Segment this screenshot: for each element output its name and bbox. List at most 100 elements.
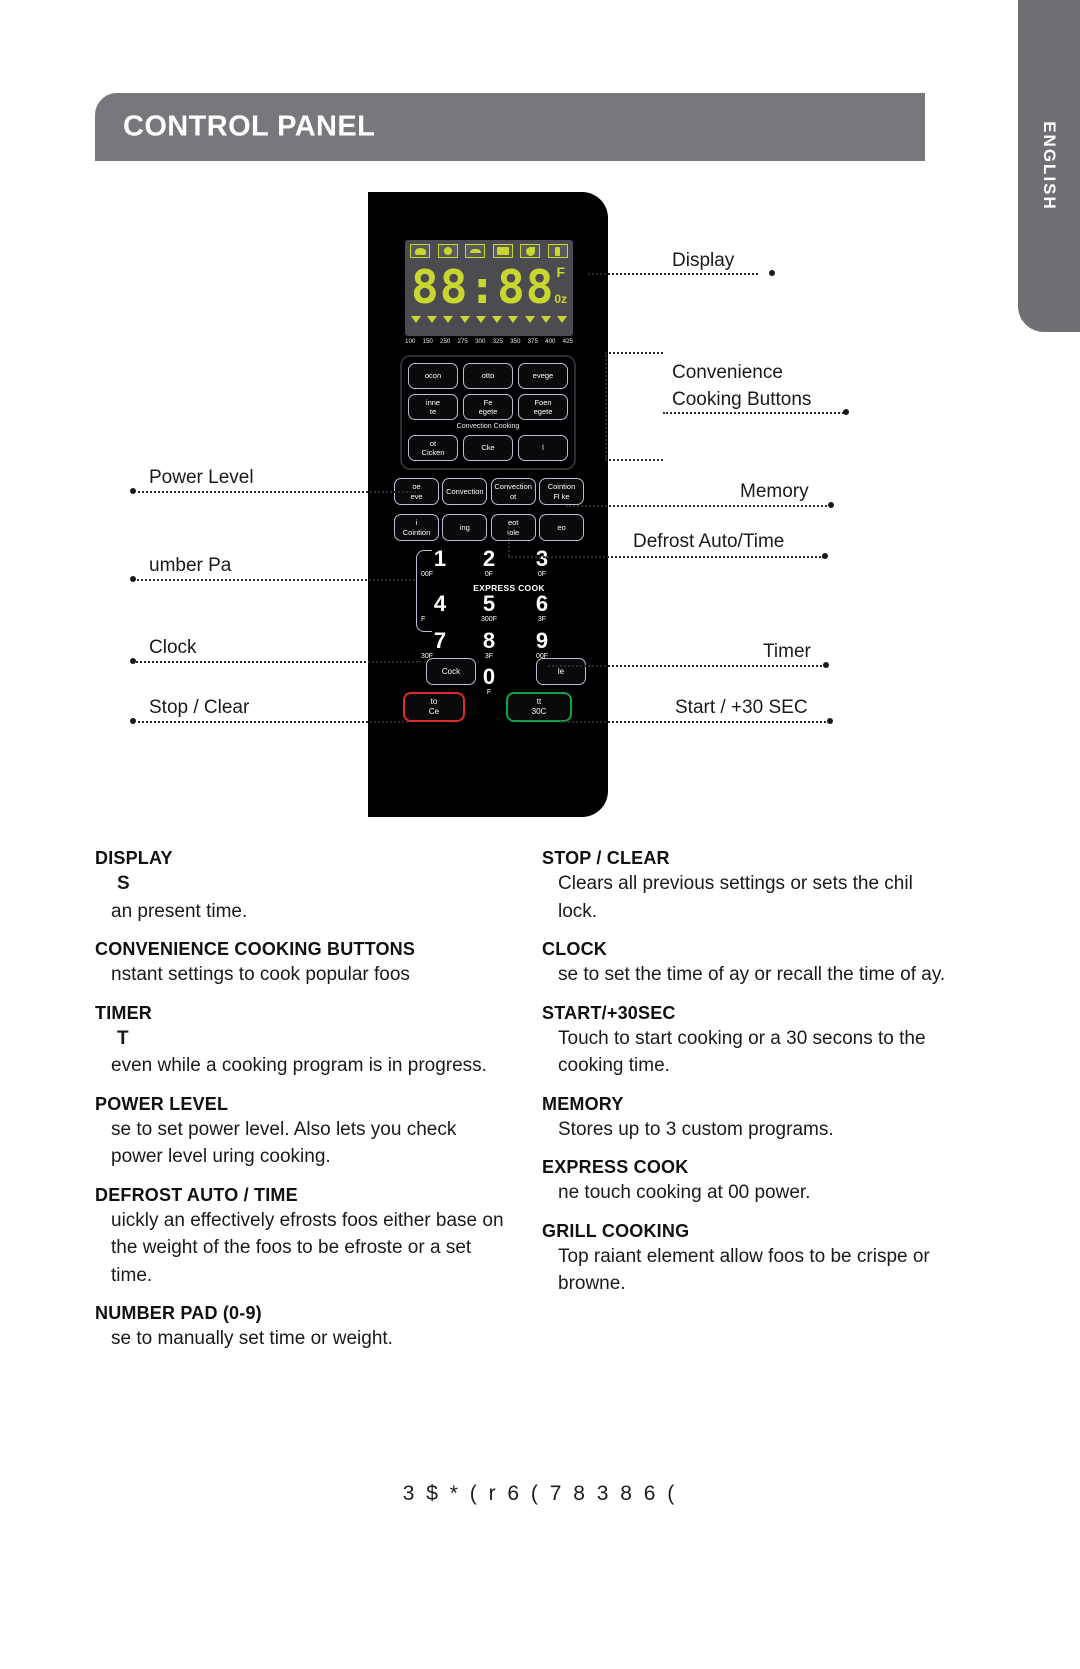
number-key-3[interactable]: 3 0F <box>514 548 570 582</box>
number-key-4[interactable]: 4 F <box>412 593 468 627</box>
leader-number-pad <box>133 579 415 581</box>
leader-convenience-v <box>605 352 607 460</box>
clock-button[interactable]: Cock <box>426 658 476 685</box>
description-title: NUMBER PAD (0-9) <box>95 1303 262 1324</box>
description-column-left: DISPLAY S an present time. CONVENIENCE C… <box>95 848 508 1367</box>
leader-convenience-top <box>605 352 663 354</box>
callout-start: Start / +30 SEC <box>675 697 808 718</box>
timer-button[interactable]: le <box>536 658 586 685</box>
convenience-button-3[interactable]: inne te <box>408 394 458 420</box>
description-entry: POWER LEVEL se to set power level. Also … <box>95 1094 508 1171</box>
temperature-tick-7: 375 <box>527 338 538 345</box>
description-title: DISPLAY <box>95 848 173 868</box>
grill-combination-button-line1: i <box>415 518 418 528</box>
defrost-button[interactable]: eot tole <box>490 514 536 541</box>
description-title: CONVENIENCE COOKING BUTTONS <box>95 939 416 960</box>
convenience-button-8-line1: l <box>542 443 544 453</box>
description-body: Touch to start cooking or a 30 secons to… <box>558 1027 926 1077</box>
description-body: nstant settings to cook popular foos <box>111 964 410 986</box>
combination-bake-button-line1: Cointion <box>547 482 576 492</box>
beverage-icon <box>520 244 541 258</box>
callout-defrost: Defrost Auto/Time <box>633 531 785 552</box>
function-row-2: i Cointion ing eot tole eo <box>394 514 584 541</box>
display-unit-oz: 0z <box>554 292 567 306</box>
convenience-button-8[interactable]: l <box>518 435 568 461</box>
memory-button-line1: eo <box>557 522 566 532</box>
convection-roast-button-line2: ot <box>510 491 517 501</box>
convenience-button-5-line2: egete <box>533 407 553 416</box>
convection-button[interactable]: Convection <box>442 478 488 505</box>
leader-dot-timer <box>823 662 829 668</box>
temperature-tick-4: 300 <box>475 338 486 345</box>
description-title: CLOCK <box>542 939 607 960</box>
number-key-5[interactable]: 5 300F <box>461 593 517 627</box>
number-key-4-sub: F <box>421 616 426 623</box>
callout-convenience-1: Convenience <box>672 362 783 383</box>
number-key-5-sub: 300F <box>481 616 497 623</box>
convenience-button-0[interactable]: ocon <box>408 363 458 389</box>
leader-dot-defrost <box>822 553 828 559</box>
convenience-button-5[interactable]: Foen egete <box>518 394 568 420</box>
number-key-1[interactable]: 1 00F <box>412 548 468 582</box>
convenience-button-2[interactable]: evege <box>518 363 568 389</box>
temperature-tick-3: 275 <box>457 338 468 345</box>
page-footer: 3 $ * ( r 6 ( 7 8 3 8 6 ( <box>402 1482 678 1505</box>
description-title: EXPRESS COOK <box>542 1157 689 1178</box>
convenience-cooking-group: ocon otto evege inne te Fe egete Foen eg… <box>400 355 576 470</box>
grilling-button[interactable]: ing <box>442 514 488 541</box>
number-key-6-digit: 6 <box>535 591 549 616</box>
description-entry: START/+30SEC Touch to start cooking or a… <box>542 1003 955 1080</box>
temperature-tick-0: 100 <box>405 338 416 345</box>
convenience-button-6[interactable]: ot Cicken <box>408 435 458 461</box>
leader-defrost-h <box>508 556 824 558</box>
leader-stop-clear <box>133 721 408 723</box>
grill-combination-button[interactable]: i Cointion <box>394 514 439 541</box>
convenience-button-4-line1: Fe <box>483 397 493 407</box>
convenience-button-7[interactable]: Cke <box>463 435 513 461</box>
stop-clear-button[interactable]: to Ce <box>403 692 465 722</box>
leader-dot-number-pad <box>130 576 136 582</box>
convenience-button-1[interactable]: otto <box>463 363 513 389</box>
combination-bake-button[interactable]: Cointion Fl ke <box>538 478 584 505</box>
leader-convenience-label <box>663 412 848 414</box>
number-key-7-digit: 7 <box>433 628 447 653</box>
display-digits: 88:88 <box>411 260 555 314</box>
description-body: Clears all previous settings or sets the… <box>558 873 913 922</box>
number-key-6-sub: 3F <box>537 616 547 623</box>
description-title: START/+30SEC <box>542 1002 676 1023</box>
callout-timer: Timer <box>763 641 811 662</box>
popcorn-icon <box>410 244 430 258</box>
description-body: even while a cooking program is in progr… <box>111 1055 487 1077</box>
combination-bake-button-line2: Fl ke <box>553 491 570 501</box>
description-title: TIMER <box>95 1002 152 1023</box>
description-body: se to set the time of ay or recall the t… <box>558 964 946 986</box>
description-body: uickly an effectively efrosts foos eithe… <box>111 1209 504 1286</box>
potato-icon <box>437 244 458 258</box>
start-button-line1: tt <box>536 696 542 706</box>
convection-roast-button[interactable]: Convection ot <box>490 478 536 505</box>
description-column-right: STOP / CLEAR Clears all previous setting… <box>542 848 955 1367</box>
leader-memory <box>566 505 831 507</box>
convenience-row-3: ot Cicken Cke l <box>402 435 574 461</box>
start-button[interactable]: tt 30C <box>506 692 572 722</box>
description-entry: DISPLAY S an present time. <box>95 848 508 925</box>
description-title: MEMORY <box>542 1093 624 1114</box>
convenience-button-4[interactable]: Fe egete <box>463 394 513 420</box>
display-status-icons <box>410 244 568 260</box>
number-key-3-sub: 0F <box>537 571 547 578</box>
memory-button[interactable]: eo <box>538 514 584 541</box>
temperature-tick-8: 400 <box>545 338 556 345</box>
leader-display <box>588 273 758 275</box>
convenience-button-4-line2: egete <box>478 407 498 416</box>
language-tab: ENGLISH <box>1018 0 1080 332</box>
temperature-scale: 100 150 250 275 300 325 350 375 400 425 <box>405 338 573 345</box>
stop-clear-button-line1: to <box>430 696 438 706</box>
pizza-icon <box>465 244 486 258</box>
leader-clock <box>133 661 421 663</box>
leader-dot-stop-clear <box>130 718 136 724</box>
leader-dot-memory <box>828 502 834 508</box>
number-key-4-digit: 4 <box>433 591 447 616</box>
number-key-6[interactable]: 6 3F <box>514 593 570 627</box>
temperature-tick-6: 350 <box>510 338 521 345</box>
temperature-tick-2: 250 <box>440 338 451 345</box>
